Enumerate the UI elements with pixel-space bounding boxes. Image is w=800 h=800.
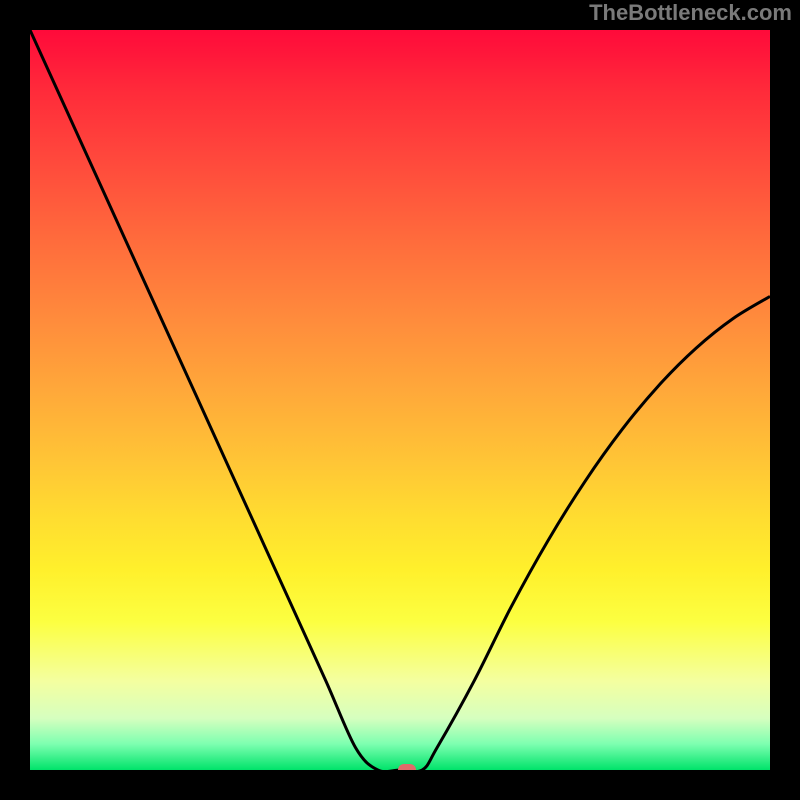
watermark-text: TheBottleneck.com <box>589 0 792 26</box>
bottleneck-curve <box>30 30 770 770</box>
plot-area <box>30 30 770 770</box>
optimum-marker <box>398 764 416 770</box>
chart-stage: TheBottleneck.com <box>0 0 800 800</box>
